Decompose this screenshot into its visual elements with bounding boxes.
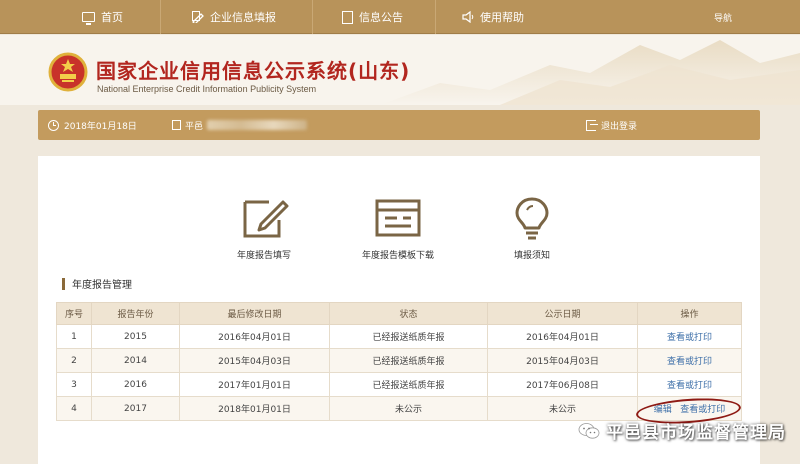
report-status: 已经报送纸质年报 [329, 324, 488, 349]
current-date: 2018年01月18日 [48, 110, 137, 140]
annual-report-table: 序号 报告年份 最后修改日期 状态 公示日期 操作 1 2015 2016年04… [56, 302, 742, 421]
current-date-text: 2018年01月18日 [64, 121, 137, 132]
column-header: 序号 [56, 302, 92, 325]
annual-report-fill-label: 年度报告填写 [236, 251, 291, 261]
report-year: 2016 [91, 372, 180, 397]
enterprise-icon [192, 11, 204, 23]
annual-report-fill[interactable]: 年度报告填写 [214, 196, 314, 261]
last-modified-date: 2017年01月01日 [179, 372, 330, 397]
nav-home[interactable]: 首页 [82, 0, 123, 34]
annual-report-template-download[interactable]: 年度报告模板下载 [348, 196, 448, 261]
top-nav: 首页 企业信息填报 信息公告 使用帮助 导航 [0, 0, 800, 34]
column-header: 状态 [329, 302, 488, 325]
nav-home-label: 首页 [101, 11, 123, 24]
table-row: 1 2015 2016年04月01日 已经报送纸质年报 2016年04月01日 … [56, 324, 742, 349]
notice-icon [342, 10, 353, 24]
report-year: 2014 [91, 348, 180, 373]
column-header: 报告年份 [91, 302, 180, 325]
view-or-print-link[interactable]: 查看或打印 [667, 333, 712, 343]
row-number: 4 [56, 396, 92, 421]
watermark: 平邑县市场监督管理局 [578, 418, 786, 443]
clock-icon [48, 119, 59, 131]
section-title-text: 年度报告管理 [72, 280, 132, 291]
last-modified-date: 2016年04月01日 [179, 324, 330, 349]
publish-date: 未公示 [487, 396, 638, 421]
report-year: 2017 [91, 396, 180, 421]
section-title: 年度报告管理 [62, 276, 132, 291]
nav-divider [435, 0, 436, 34]
publish-date: 2015年04月03日 [487, 348, 638, 373]
lightbulb-icon [515, 197, 549, 240]
column-header: 公示日期 [487, 302, 638, 325]
watermark-text: 平邑县市场监督管理局 [606, 423, 786, 443]
home-icon [82, 12, 95, 25]
report-year: 2015 [91, 324, 180, 349]
site-header: 国家企业信用信息公示系统(山东) National Enterprise Cre… [0, 35, 800, 105]
table-header-row: 序号 报告年份 最后修改日期 状态 公示日期 操作 [56, 302, 742, 325]
section-title-bar [62, 277, 65, 290]
last-modified-date: 2015年04月03日 [179, 348, 330, 373]
table-row: 2 2014 2015年04月03日 已经报送纸质年报 2015年04月03日 … [56, 348, 742, 373]
help-icon [462, 11, 474, 23]
nav-divider [160, 0, 161, 34]
row-actions: 查看或打印 [637, 348, 742, 373]
filing-instructions[interactable]: 填报须知 [482, 196, 582, 261]
redacted-enterprise-name [207, 120, 308, 130]
template-download-icon [375, 199, 421, 237]
view-or-print-link[interactable]: 查看或打印 [667, 381, 712, 391]
site-subtitle: National Enterprise Credit Information P… [97, 84, 317, 94]
nav-guide[interactable]: 导航 [714, 0, 732, 34]
logout-label: 退出登录 [601, 121, 638, 132]
wechat-icon [578, 422, 600, 439]
nav-notice[interactable]: 信息公告 [342, 0, 403, 34]
last-modified-date: 2018年01月01日 [179, 396, 330, 421]
template-download-label: 年度报告模板下载 [361, 251, 434, 261]
enterprise-name: 平邑 [172, 110, 308, 140]
site-title: 国家企业信用信息公示系统(山东) [96, 59, 411, 83]
mountain-background-art [380, 40, 800, 105]
publish-date: 2016年04月01日 [487, 324, 638, 349]
publish-date: 2017年06月08日 [487, 372, 638, 397]
table-row: 3 2016 2017年01月01日 已经报送纸质年报 2017年06月08日 … [56, 372, 742, 397]
filing-instructions-label: 填报须知 [513, 251, 550, 261]
row-number: 2 [56, 348, 92, 373]
report-status: 已经报送纸质年报 [329, 372, 488, 397]
row-number: 3 [56, 372, 92, 397]
nav-guide-label: 导航 [714, 13, 733, 24]
user-info-bar: 2018年01月18日 平邑 退出登录 [38, 110, 760, 140]
report-status: 已经报送纸质年报 [329, 348, 488, 373]
nav-help[interactable]: 使用帮助 [462, 0, 524, 34]
logout-icon [586, 119, 598, 131]
row-number: 1 [56, 324, 92, 349]
nav-notice-label: 信息公告 [359, 11, 403, 24]
edit-report-icon [243, 200, 289, 238]
row-actions: 查看或打印 [637, 324, 742, 349]
logout-button[interactable]: 退出登录 [586, 110, 637, 140]
nav-enterprise-info[interactable]: 企业信息填报 [192, 0, 276, 34]
row-actions: 查看或打印 [637, 372, 742, 397]
report-status: 未公示 [329, 396, 488, 421]
nav-help-label: 使用帮助 [480, 11, 524, 24]
column-header: 最后修改日期 [179, 302, 330, 325]
enterprise-name-text: 平邑 [185, 121, 204, 132]
nav-enterprise-label: 企业信息填报 [210, 11, 276, 24]
building-icon [172, 120, 181, 130]
national-emblem-icon [48, 52, 88, 92]
view-or-print-link[interactable]: 查看或打印 [667, 357, 712, 367]
column-header: 操作 [637, 302, 742, 325]
nav-divider [312, 0, 313, 34]
